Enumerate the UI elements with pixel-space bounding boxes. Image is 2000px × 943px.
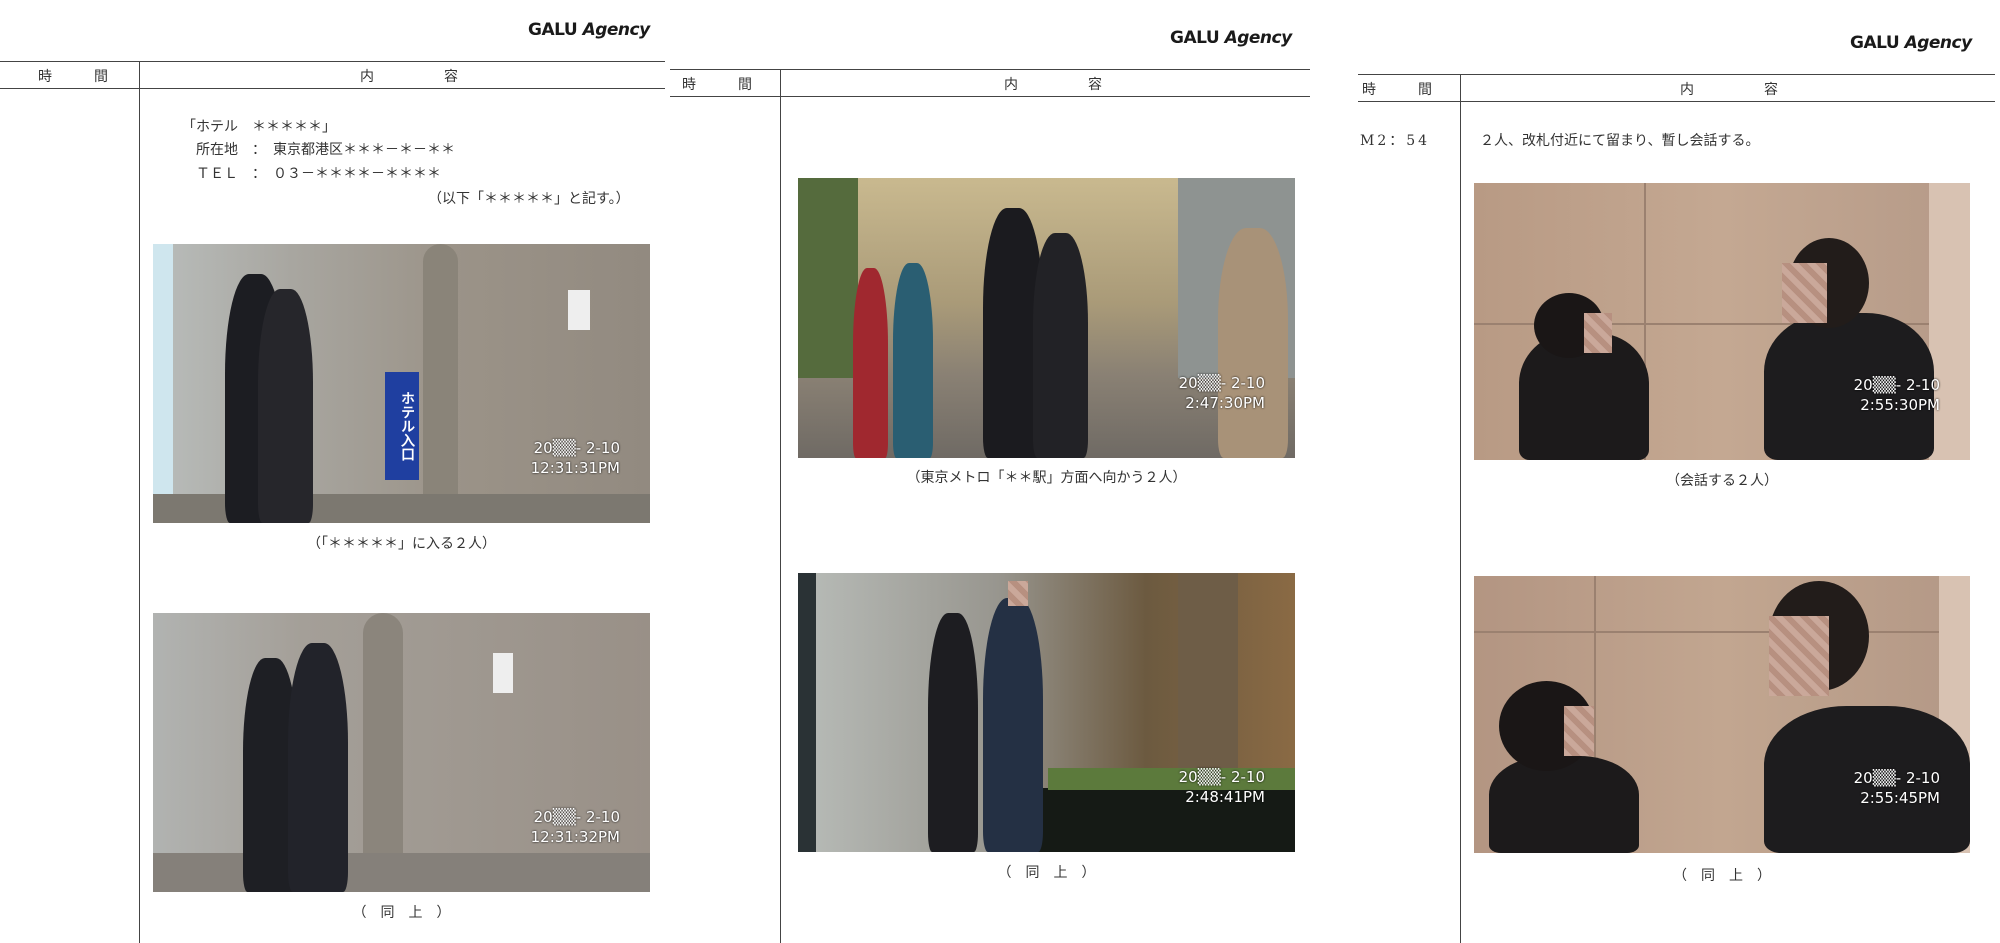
agency-logo: GALU Agency [1850,33,1972,53]
photo-timestamp: 20▒▒- 2-10 2:55:30PM [1853,376,1940,414]
content-column-header: 内 容 [1680,82,1792,98]
header-top-rule [670,69,1310,70]
report-page-1: GALU Agency 時 間 内 容 「ホテル ＊＊＊＊＊」 所在地 ： 東京… [0,0,665,943]
photo-caption: （「＊＊＊＊＊」に入る２人） [307,536,496,552]
header-bottom-rule [670,96,1310,97]
time-column-header: 時 間 [1362,82,1446,98]
surveillance-photo: ホテル入口 20▒▒- 2-10 12:31:31PM [153,244,650,523]
abbreviation-note: （以下「＊＊＊＊＊」と記す。） [428,191,630,207]
photo-timestamp: 20▒▒- 2-10 2:47:30PM [1178,374,1265,412]
photo-timestamp: 20▒▒- 2-10 2:55:45PM [1853,769,1940,807]
report-page-2: GALU Agency 時 間 内 容 20▒▒- 2-10 2:47:30PM… [670,0,1310,943]
photo-timestamp: 20▒▒- 2-10 12:31:32PM [530,808,620,846]
photo-timestamp: 20▒▒- 2-10 12:31:31PM [530,439,620,477]
time-column-header: 時 間 [682,77,766,93]
header-top-rule [1358,74,1995,75]
photo-timestamp: 20▒▒- 2-10 2:48:41PM [1178,768,1265,806]
header-top-rule [0,61,665,62]
header-bottom-rule [1358,101,1995,102]
hotel-tel: ＴＥＬ ： ０３－＊＊＊＊－＊＊＊＊ [196,166,441,182]
photo-caption: （会話する２人） [1666,473,1778,489]
entry-time: M2：54 [1360,133,1431,149]
agency-logo: GALU Agency [528,20,650,40]
time-column-header: 時 間 [38,69,122,85]
photo-caption: （ 同 上 ） [997,865,1096,881]
column-divider [780,69,781,943]
surveillance-photo: 20▒▒- 2-10 2:55:45PM [1474,576,1970,853]
photo-caption: （東京メトロ「＊＊駅」方面へ向かう２人） [906,470,1187,486]
hotel-entrance-sign: ホテル入口 [385,372,419,480]
hotel-address: 所在地 ： 東京都港区＊＊＊－＊－＊＊ [196,142,455,158]
content-column-header: 内 容 [360,69,472,85]
column-divider [1460,74,1461,943]
photo-caption: （ 同 上 ） [1673,868,1771,884]
hotel-name: 「ホテル ＊＊＊＊＊」 [182,119,336,135]
surveillance-photo: 20▒▒- 2-10 12:31:32PM [153,613,650,892]
entry-description: ２人、改札付近にて留まり、暫し会話する。 [1480,133,1760,149]
surveillance-photo: 20▒▒- 2-10 2:47:30PM [798,178,1295,458]
surveillance-photo: 20▒▒- 2-10 2:55:30PM [1474,183,1970,460]
content-column-header: 内 容 [1004,77,1116,93]
column-divider [139,61,140,943]
header-bottom-rule [0,88,665,89]
photo-caption: （ 同 上 ） [352,905,451,921]
surveillance-photo: 20▒▒- 2-10 2:48:41PM [798,573,1295,852]
report-page-3: GALU Agency 時 間 内 容 M2：54 ２人、改札付近にて留まり、暫… [1350,0,1995,943]
agency-logo: GALU Agency [1170,28,1292,48]
